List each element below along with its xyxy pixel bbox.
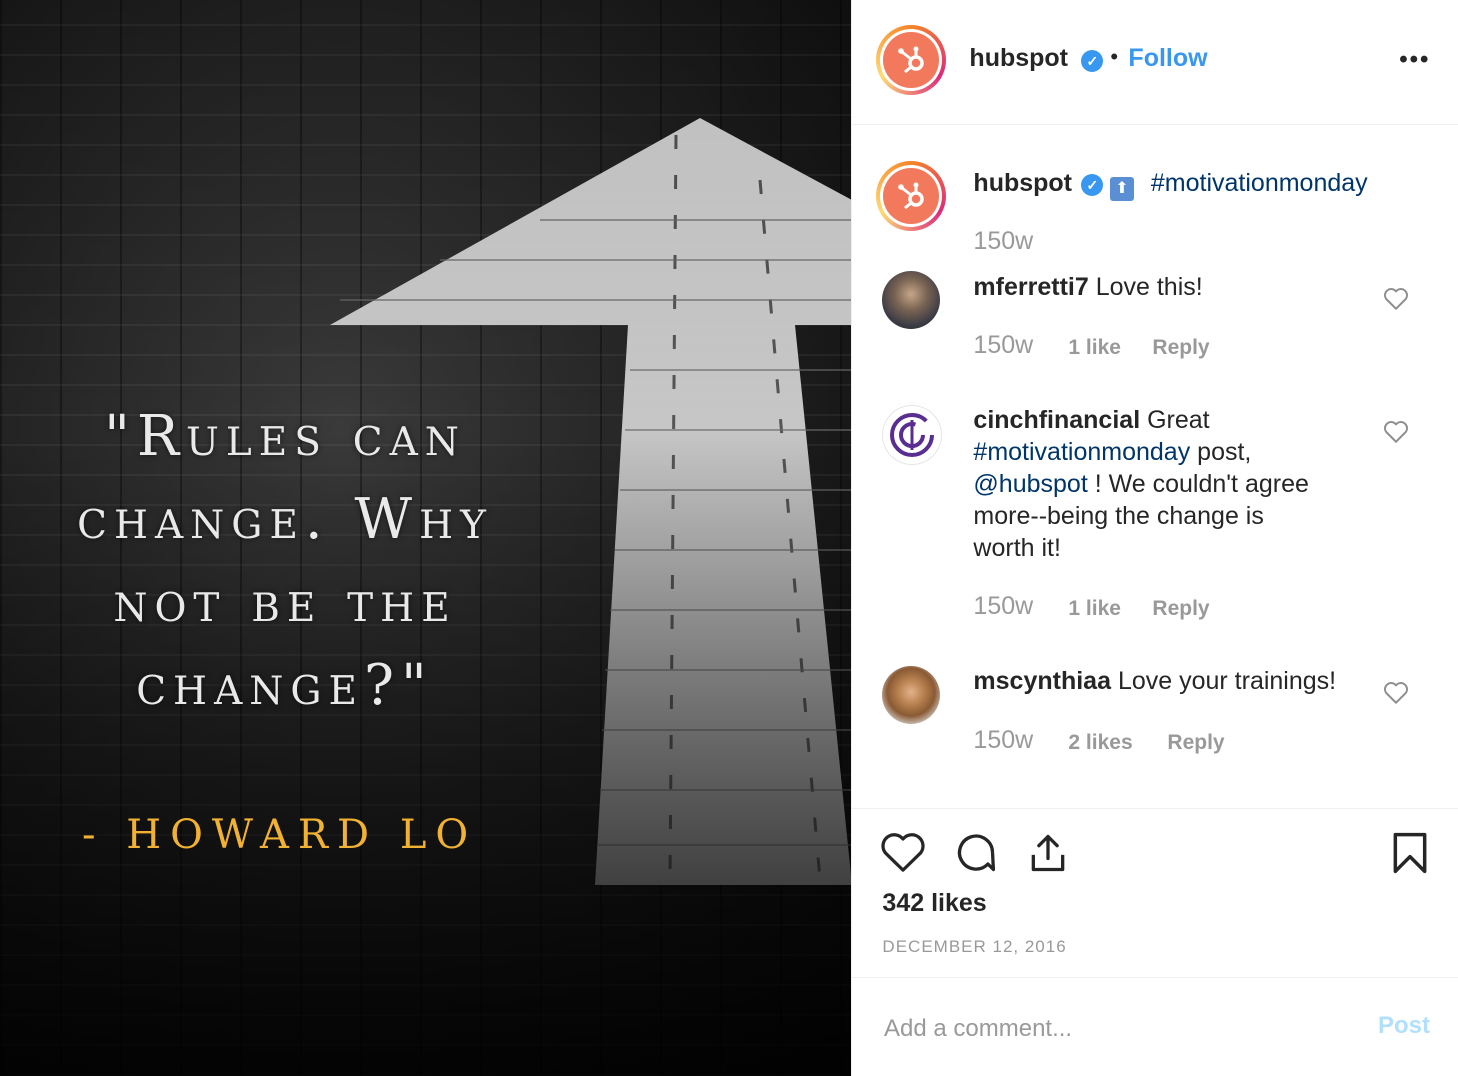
caption-line: hubspot ⬆ #motivationmonday — [973, 167, 1368, 201]
instagram-post: "Rules can change. Why not be the change… — [0, 0, 1458, 1076]
avatar[interactable] — [882, 271, 941, 329]
more-options-icon[interactable]: ••• — [1399, 46, 1430, 74]
comment-mention[interactable]: @hubspot — [973, 470, 1087, 498]
comment-line: mferretti7 Love this! — [973, 271, 1202, 303]
header-username[interactable]: hubspot — [969, 44, 1068, 73]
save-bookmark-icon[interactable] — [1390, 831, 1430, 875]
post-header: hubspot ✓ • Follow ••• — [852, 0, 1458, 125]
comment-text-part: Great — [1147, 406, 1210, 434]
reply-button[interactable]: Reply — [1152, 336, 1209, 360]
add-comment-input[interactable] — [882, 1006, 1346, 1052]
reply-button[interactable]: Reply — [1152, 597, 1209, 621]
like-comment-heart-icon[interactable] — [1383, 287, 1409, 311]
like-comment-heart-icon[interactable] — [1383, 420, 1409, 444]
comment-likes[interactable]: 2 likes — [1068, 731, 1132, 755]
quote-text: "Rules can change. Why not be the change… — [77, 404, 493, 718]
post-image[interactable]: "Rules can change. Why not be the change… — [0, 0, 852, 1076]
comment-likes[interactable]: 1 like — [1068, 336, 1121, 360]
comment-time: 150w — [973, 331, 1034, 359]
comment-text-part: more--being the change is — [973, 502, 1264, 530]
post-side-panel: hubspot ✓ • Follow ••• hubspot ⬆ #motiva… — [851, 0, 1458, 1076]
quote-author: - HOWARD LO — [82, 812, 478, 858]
comment-username[interactable]: mferretti7 — [973, 273, 1088, 301]
caption-avatar[interactable] — [876, 161, 947, 231]
comment-username[interactable]: cinchfinancial — [973, 406, 1140, 434]
avatar[interactable] — [882, 405, 943, 465]
up-arrow-emoji-icon: ⬆ — [1109, 177, 1134, 201]
comment-bubble-icon[interactable] — [954, 831, 998, 875]
avatar[interactable] — [882, 666, 941, 724]
comment-body: cinchfinancial Great #motivationmonday p… — [973, 404, 1353, 564]
post-date: DECEMBER 12, 2016 — [882, 937, 1067, 956]
like-comment-heart-icon[interactable] — [1383, 681, 1409, 705]
comment-username[interactable]: mscynthiaa — [973, 667, 1111, 695]
like-heart-icon[interactable] — [880, 831, 926, 873]
post-actions: 342 likes DECEMBER 12, 2016 — [852, 808, 1458, 978]
post-comment-button[interactable]: Post — [1378, 1012, 1430, 1040]
comment-body: Love your trainings! — [1117, 667, 1337, 695]
caption-username[interactable]: hubspot — [973, 169, 1072, 197]
comment-text-part: worth it! — [973, 534, 1061, 562]
comments-area[interactable]: hubspot ⬆ #motivationmonday ✓ 150w mferr… — [852, 125, 1458, 805]
header-separator: • — [1110, 44, 1119, 69]
follow-button[interactable]: Follow — [1128, 44, 1207, 73]
share-icon[interactable] — [1026, 831, 1070, 875]
comment-time: 150w — [973, 592, 1034, 620]
comment-time: 150w — [973, 726, 1034, 754]
caption-hashtag[interactable]: #motivationmonday — [1151, 169, 1368, 197]
comment-text-part: post, — [1197, 438, 1252, 466]
likes-count[interactable]: 342 likes — [882, 889, 986, 918]
comment-hashtag[interactable]: #motivationmonday — [973, 438, 1190, 466]
comment-line: mscynthiaa Love your trainings! — [973, 665, 1336, 697]
verified-badge-icon: ✓ — [1081, 50, 1104, 72]
header-avatar[interactable] — [876, 25, 947, 95]
cinch-logo-icon — [890, 413, 935, 457]
comment-text-part: ! We couldn't agree — [1094, 470, 1309, 498]
caption-time: 150w — [973, 227, 1034, 255]
comment-body: Love this! — [1095, 273, 1203, 301]
reply-button[interactable]: Reply — [1167, 731, 1224, 755]
comment-likes[interactable]: 1 like — [1068, 597, 1121, 621]
